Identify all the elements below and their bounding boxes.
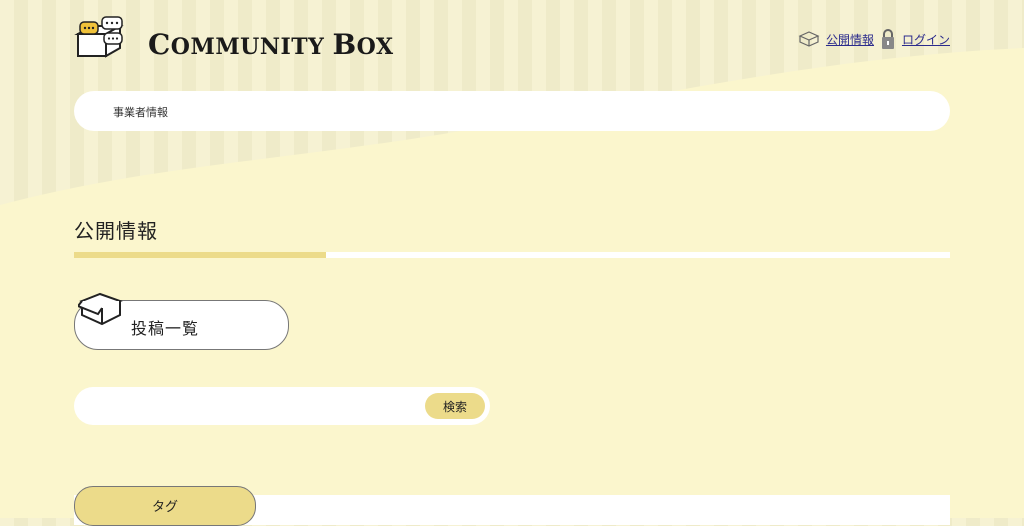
- page-title: 公開情報: [74, 219, 158, 243]
- site-logo-text[interactable]: COMMUNITY BOX: [148, 28, 394, 61]
- breadcrumb: 事業者情報: [74, 91, 950, 131]
- search-bar: 検索: [74, 387, 490, 425]
- tag-label: タグ: [151, 500, 178, 515]
- tag-button[interactable]: タグ: [74, 486, 256, 526]
- site-header: COMMUNITY BOX 公開情報 ログイン: [74, 14, 950, 74]
- login-link[interactable]: ログイン: [902, 31, 950, 48]
- background-wave: [0, 48, 1024, 518]
- open-box-icon: [798, 31, 820, 47]
- title-divider: [74, 252, 950, 258]
- header-links: 公開情報 ログイン: [798, 28, 950, 50]
- community-box-logo-icon[interactable]: [74, 16, 134, 64]
- box-icon: [78, 292, 123, 326]
- title-divider-accent: [74, 252, 326, 258]
- search-input[interactable]: [86, 393, 420, 421]
- lock-icon: [881, 29, 894, 49]
- post-list-label: 投稿一覧: [131, 319, 200, 338]
- breadcrumb-item[interactable]: 事業者情報: [113, 104, 168, 120]
- public-info-link[interactable]: 公開情報: [826, 31, 874, 48]
- search-button[interactable]: 検索: [425, 393, 485, 419]
